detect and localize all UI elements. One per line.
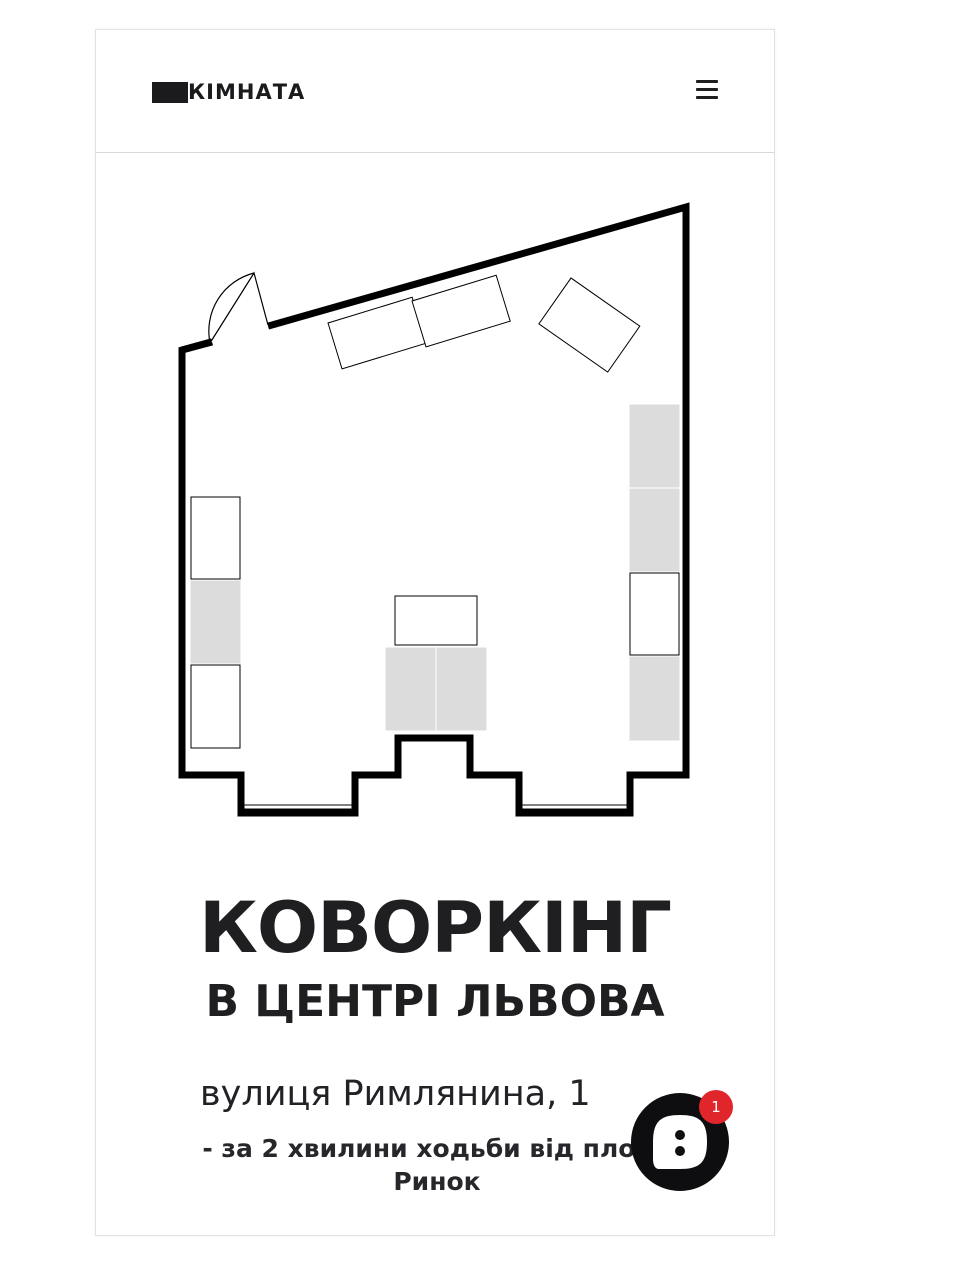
logo-text: КIМНАТА	[188, 79, 306, 104]
logo-block-mark	[152, 81, 188, 103]
notification-badge: 1	[699, 1090, 733, 1124]
desk-center-left	[385, 647, 436, 731]
table-top-right	[538, 277, 641, 373]
window-left	[244, 804, 352, 810]
desk-center-top	[394, 595, 478, 646]
desk-right-4	[629, 656, 680, 741]
hamburger-menu-icon[interactable]	[692, 76, 722, 104]
floor-plan-illustration	[178, 202, 690, 817]
site-header: КIМНАТА	[96, 30, 774, 153]
hero-subtitle: В ЦЕНТРІ ЛЬВОВА	[205, 976, 665, 1027]
desk-left-2	[190, 580, 241, 664]
logo[interactable]: КIМНАТА	[152, 80, 305, 104]
desk-right-3	[629, 572, 680, 656]
desk-right-1	[629, 404, 680, 488]
hero-title: КОВОРКІНГ	[198, 887, 672, 969]
desk-top-2	[411, 274, 511, 348]
desk-center-right	[436, 647, 487, 731]
desk-left-1	[190, 496, 241, 580]
walk-distance-text: - за 2 хвилини ходьби від площі Ринок	[202, 1134, 672, 1196]
window-right	[522, 804, 627, 810]
desk-right-2	[629, 488, 680, 572]
address-text: вулиця Римлянина, 1	[200, 1074, 591, 1114]
mobile-viewport: КIМНАТА КОВОРКІНГ В ЦЕНТРІ ЛЬВОВА вулиця…	[95, 29, 775, 1236]
desk-left-3	[190, 664, 241, 749]
